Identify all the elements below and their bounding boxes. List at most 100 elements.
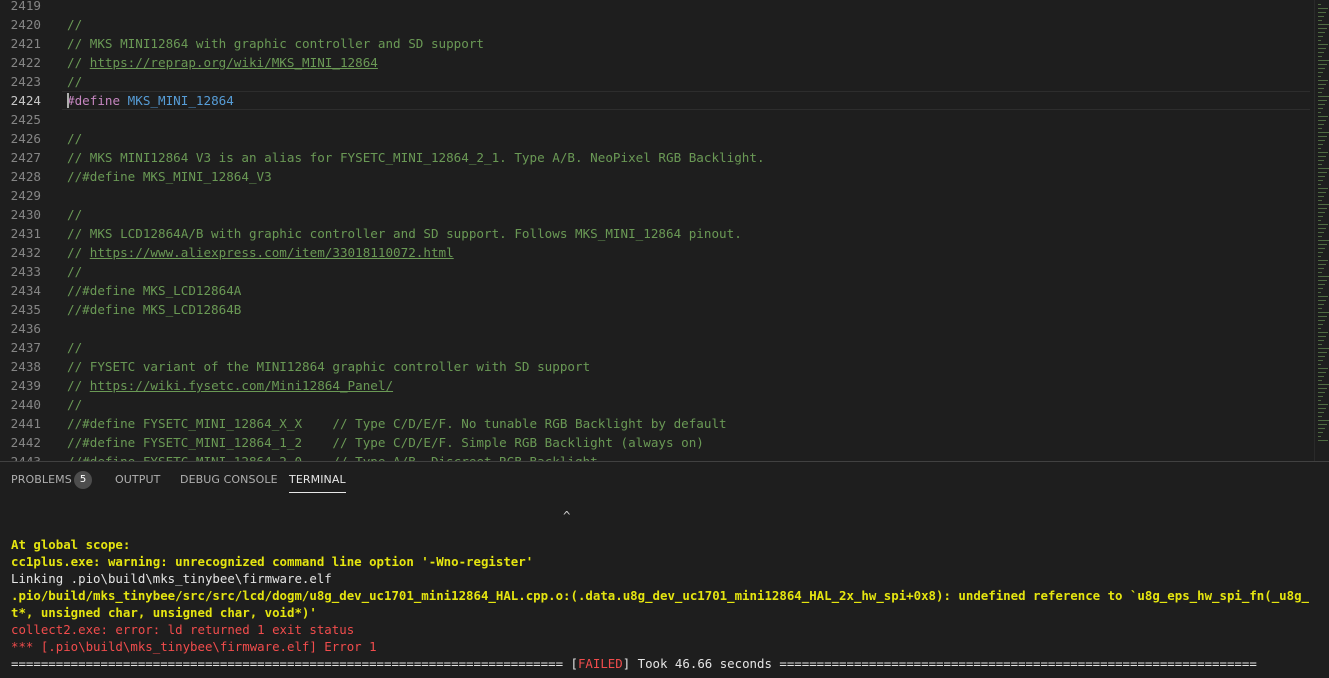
- minimap-line: [1318, 184, 1321, 185]
- minimap-line: [1318, 56, 1322, 57]
- code-line: 2434 //#define MKS_LCD12864A: [0, 281, 1310, 300]
- code-token: //: [67, 378, 90, 393]
- code-line: 2429: [0, 186, 1310, 205]
- code-text: // MKS MINI12864 with graphic controller…: [67, 34, 484, 53]
- minimap-line: [1318, 60, 1329, 61]
- minimap-line: [1318, 384, 1329, 385]
- minimap-line: [1318, 104, 1325, 105]
- line-number: 2427: [10, 150, 41, 165]
- line-number: 2431: [10, 226, 41, 241]
- minimap-line: [1318, 304, 1324, 305]
- minimap-line: [1318, 68, 1325, 69]
- code-text: //#define MKS_MINI_12864_V3: [67, 167, 272, 186]
- code-link[interactable]: https://wiki.fysetc.com/Mini12864_Panel/: [90, 378, 393, 393]
- minimap-line: [1318, 268, 1324, 269]
- code-line: 2419: [0, 0, 1310, 15]
- code-line: 2421 // MKS MINI12864 with graphic contro…: [0, 34, 1310, 53]
- code-text: // FYSETC variant of the MINI12864 graph…: [67, 357, 590, 376]
- terminal-line: At global scope:: [11, 536, 1311, 553]
- minimap-line: [1318, 352, 1327, 353]
- code-text: //#define FYSETC_MINI_12864_X_X // Type …: [67, 414, 727, 433]
- code-token: //#define FYSETC_MINI_12864_1_2 // Type …: [67, 435, 704, 450]
- minimap-line: [1318, 332, 1328, 333]
- code-text: //#define MKS_LCD12864B: [67, 300, 241, 319]
- code-token: //: [67, 245, 90, 260]
- code-editor[interactable]: 2419 2420 // 2421 // MKS MINI12864 with grap…: [0, 0, 1329, 461]
- minimap-line: [1318, 228, 1326, 229]
- code-token: //: [67, 264, 83, 279]
- minimap-line: [1318, 12, 1326, 13]
- code-text: //: [67, 205, 82, 224]
- line-number: 2439: [10, 378, 41, 393]
- terminal-line: Linking .pio\build\mks_tinybee\firmware.…: [11, 570, 1311, 587]
- tab-problems[interactable]: PROBLEMS: [11, 472, 72, 492]
- code-line: 2436: [0, 319, 1310, 338]
- minimap-line: [1318, 136, 1327, 137]
- terminal-error-text: *** [.pio\build\mks_tinybee\firmware.elf…: [11, 639, 377, 654]
- code-token: //: [67, 74, 83, 89]
- minimap-line: [1318, 192, 1326, 193]
- line-number: 2426: [10, 131, 41, 146]
- code-token: // MKS LCD12864A/B with graphic controll…: [67, 226, 742, 241]
- minimap-line: [1318, 48, 1326, 49]
- minimap-line: [1318, 44, 1328, 45]
- minimap-line: [1318, 356, 1325, 357]
- tab-output[interactable]: OUTPUT: [115, 472, 160, 492]
- terminal-text: .pio/build/mks_tinybee/src/src/lcd/dogm/…: [11, 588, 1310, 620]
- minimap-line: [1318, 144, 1323, 145]
- minimap-line: [1318, 180, 1323, 181]
- minimap-line: [1318, 32, 1325, 33]
- code-text: //: [67, 15, 82, 34]
- terminal-text: Linking .pio\build\mks_tinybee\firmware.…: [11, 571, 332, 586]
- code-link[interactable]: https://www.aliexpress.com/item/33018110…: [90, 245, 454, 260]
- code-line: 2433 //: [0, 262, 1310, 281]
- tab-terminal[interactable]: TERMINAL: [289, 472, 346, 493]
- line-number: 2442: [10, 435, 41, 450]
- terminal-line: ========================================…: [11, 655, 1311, 672]
- minimap-line: [1318, 4, 1321, 5]
- minimap-line: [1318, 440, 1328, 441]
- code-text: //#define MKS_LCD12864A: [67, 281, 241, 300]
- minimap-line: [1318, 300, 1326, 301]
- terminal-error-text: collect2.exe: error: ld returned 1 exit …: [11, 622, 355, 637]
- minimap-line: [1318, 244, 1327, 245]
- code-text: // https://www.aliexpress.com/item/33018…: [67, 243, 454, 262]
- line-number: 2438: [10, 359, 41, 374]
- minimap-line: [1318, 108, 1323, 109]
- line-number: 2420: [10, 17, 41, 32]
- terminal-output[interactable]: ^ At global scope: cc1plus.exe: warning: …: [11, 508, 1311, 672]
- minimap-line: [1318, 128, 1322, 129]
- minimap[interactable]: [1314, 0, 1329, 461]
- code-link[interactable]: https://reprap.org/wiki/MKS_MINI_12864: [90, 55, 378, 70]
- minimap-line: [1318, 412, 1324, 413]
- minimap-line: [1318, 204, 1329, 205]
- minimap-line: [1318, 400, 1321, 401]
- minimap-line: [1318, 284, 1325, 285]
- minimap-line: [1318, 324, 1323, 325]
- minimap-line: [1318, 24, 1329, 25]
- code-line: 2432 // https://www.aliexpress.com/item/3…: [0, 243, 1310, 262]
- code-text: //#define FYSETC_MINI_12864_2_0 // Type …: [67, 452, 598, 461]
- code-token: //#define MKS_LCD12864A: [67, 283, 242, 298]
- bottom-panel: PROBLEMS 5 OUTPUT DEBUG CONSOLE TERMINAL…: [0, 461, 1329, 678]
- line-number: 2421: [10, 36, 41, 51]
- code-line: 2420 //: [0, 15, 1310, 34]
- code-token: //#define FYSETC_MINI_12864_X_X // Type …: [67, 416, 727, 431]
- code-text: //: [67, 129, 82, 148]
- line-number: 2441: [10, 416, 41, 431]
- tab-debug-console[interactable]: DEBUG CONSOLE: [180, 472, 278, 492]
- minimap-line: [1318, 288, 1323, 289]
- code-token: //: [67, 131, 83, 146]
- minimap-line: [1318, 236, 1322, 237]
- code-line: 2425: [0, 110, 1310, 129]
- minimap-line: [1318, 224, 1328, 225]
- line-number: 2424: [10, 93, 41, 108]
- minimap-line: [1318, 168, 1329, 169]
- code-line: 2439 // https://wiki.fysetc.com/Mini12864…: [0, 376, 1310, 395]
- code-token: //: [67, 17, 83, 32]
- minimap-line: [1318, 240, 1329, 241]
- line-number: 2430: [10, 207, 41, 222]
- code-text: // https://reprap.org/wiki/MKS_MINI_1286…: [67, 53, 378, 72]
- problems-count-badge: 5: [74, 471, 92, 489]
